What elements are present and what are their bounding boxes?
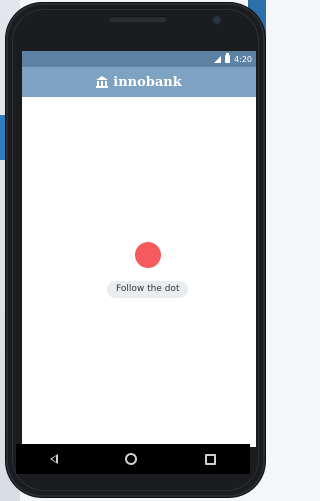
speaker-grille — [109, 16, 167, 22]
phone-frame: 4:20 innobank Follow the dot — [6, 3, 265, 497]
home-icon[interactable] — [125, 453, 138, 465]
status-time: 4:20 — [234, 54, 252, 64]
app-bar: innobank — [22, 67, 256, 97]
phone-screen: 4:20 innobank Follow the dot — [22, 51, 256, 447]
follow-dot-hint: Follow the dot — [107, 281, 189, 298]
status-bar: 4:20 — [22, 51, 256, 67]
signal-icon — [214, 55, 222, 63]
front-camera — [212, 15, 222, 25]
main-content: Follow the dot — [22, 97, 256, 447]
follow-dot[interactable] — [135, 242, 161, 268]
back-icon[interactable] — [49, 454, 58, 464]
navigation-bar — [16, 444, 250, 474]
battery-icon — [225, 53, 231, 63]
recents-icon[interactable] — [205, 453, 217, 465]
bank-icon — [96, 76, 109, 88]
app-title: innobank — [113, 74, 182, 90]
